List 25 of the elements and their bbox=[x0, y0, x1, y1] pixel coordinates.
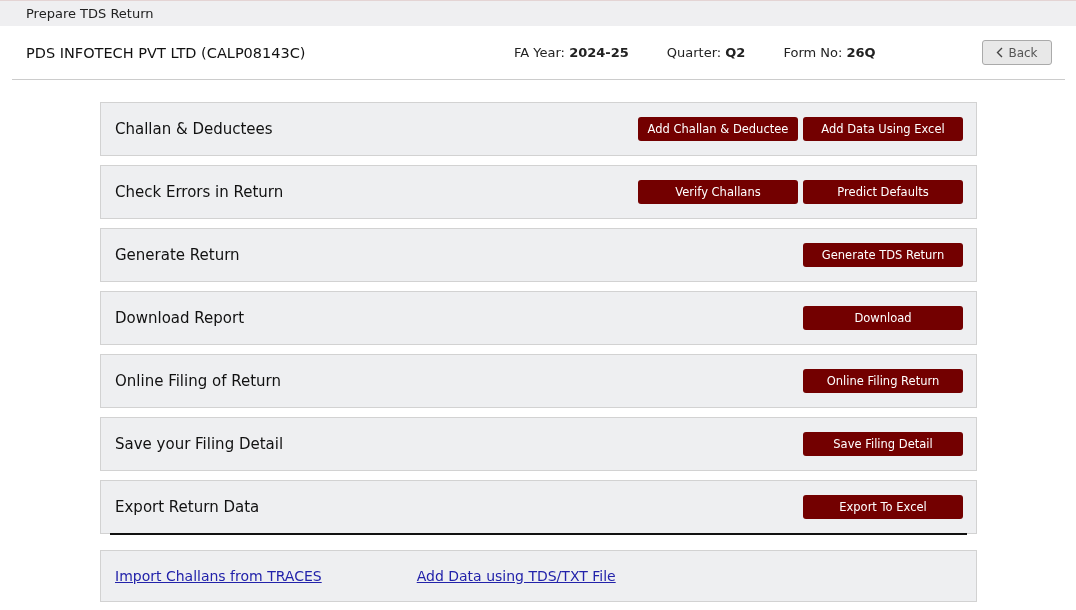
section-title: Online Filing of Return bbox=[115, 372, 281, 390]
action-button[interactable]: Generate TDS Return bbox=[803, 243, 963, 267]
action-button[interactable]: Add Data Using Excel bbox=[803, 117, 963, 141]
action-button[interactable]: Add Challan & Deductee bbox=[638, 117, 798, 141]
section-title: Check Errors in Return bbox=[115, 183, 284, 201]
header-field: Form No: 26Q bbox=[783, 45, 876, 60]
action-button[interactable]: Save Filing Detail bbox=[803, 432, 963, 456]
header-field: FA Year: 2024-25 bbox=[514, 45, 629, 60]
chevron-left-icon bbox=[996, 47, 1004, 58]
header-field: Quarter: Q2 bbox=[666, 45, 746, 60]
action-button[interactable]: Download bbox=[803, 306, 963, 330]
section-title: Export Return Data bbox=[115, 498, 260, 516]
section-title: Save your Filing Detail bbox=[115, 435, 284, 453]
action-button[interactable]: Online Filing Return bbox=[803, 369, 963, 393]
back-button[interactable]: Back bbox=[982, 40, 1052, 65]
section-title: Download Report bbox=[115, 309, 245, 327]
window-title: Prepare TDS Return bbox=[26, 6, 154, 21]
link[interactable]: Add Data using TDS/TXT File bbox=[416, 568, 616, 584]
action-button[interactable]: Predict Defaults bbox=[803, 180, 963, 204]
link[interactable]: Import Challans from TRACES bbox=[115, 568, 322, 584]
action-button[interactable]: Export To Excel bbox=[803, 495, 963, 519]
action-button[interactable]: Verify Challans bbox=[638, 180, 798, 204]
section-title: Challan & Deductees bbox=[115, 120, 273, 138]
company-name: PDS INFOTECH PVT LTD (CALP08143C) bbox=[26, 44, 307, 61]
section-title: Generate Return bbox=[115, 246, 240, 264]
